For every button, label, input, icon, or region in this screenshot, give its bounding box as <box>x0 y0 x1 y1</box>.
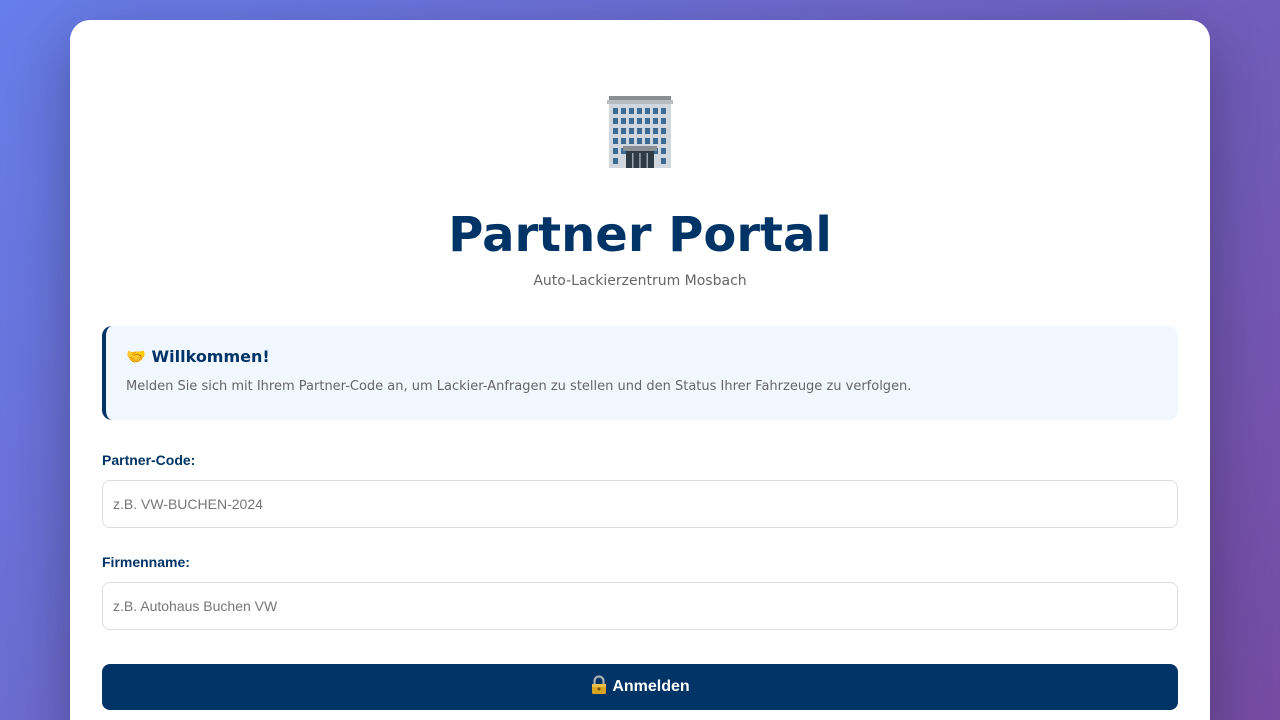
welcome-info-box: 🤝 Willkommen! Melden Sie sich mit Ihrem … <box>102 326 1178 421</box>
page-subtitle: Auto-Lackierzentrum Mosbach <box>533 273 747 290</box>
handshake-icon: 🤝 <box>126 347 146 367</box>
login-button[interactable]: Anmelden <box>102 664 1178 711</box>
partner-code-label: Partner-Code: <box>102 452 196 469</box>
welcome-text: Melden Sie sich mit Ihrem Partner-Code a… <box>126 379 912 395</box>
page-title: Partner Portal <box>448 207 832 263</box>
welcome-title: 🤝 Willkommen! <box>126 346 1158 368</box>
lock-icon <box>590 675 608 700</box>
welcome-title-text: Willkommen! <box>151 347 270 367</box>
login-button-label: Anmelden <box>612 678 690 696</box>
logo <box>102 84 1178 169</box>
partner-code-input[interactable] <box>102 480 1178 529</box>
company-name-label: Firmenname: <box>102 554 190 571</box>
partner-code-field: Partner-Code: <box>102 452 1178 529</box>
office-building-icon <box>601 84 679 169</box>
company-name-field: Firmenname: <box>102 554 1178 631</box>
company-name-input[interactable] <box>102 582 1178 631</box>
login-card: Partner Portal Auto-Lackierzentrum Mosba… <box>70 20 1210 720</box>
